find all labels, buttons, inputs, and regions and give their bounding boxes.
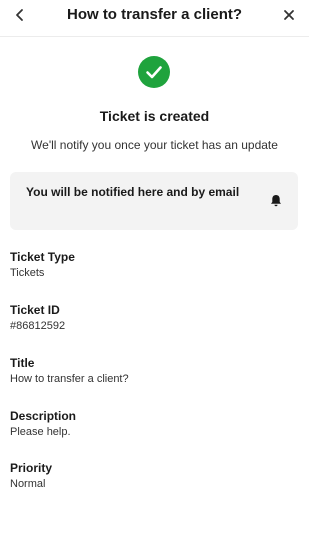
field-label: Ticket Type	[10, 250, 75, 264]
field-label: Priority	[10, 461, 53, 475]
back-button[interactable]	[12, 6, 28, 24]
field-label: Description	[10, 409, 77, 423]
field-value: #86812592	[10, 320, 66, 332]
close-icon	[281, 7, 297, 23]
field-description: Description Please help.	[10, 408, 300, 441]
status-heading: Ticket is created	[99, 108, 210, 124]
header-bar: How to transfer a client?	[0, 0, 309, 37]
notification-text: You will be notified here and by email	[26, 185, 240, 199]
field-ticket-type: Ticket Type Tickets	[10, 249, 300, 282]
field-value: Tickets	[10, 267, 45, 279]
close-button[interactable]	[281, 7, 297, 23]
field-label: Title	[10, 356, 35, 370]
check-circle-icon	[138, 56, 170, 88]
field-value: How to transfer a client?	[10, 373, 129, 385]
field-title: Title How to transfer a client?	[10, 355, 300, 388]
page-title: How to transfer a client?	[66, 6, 243, 23]
field-value: Normal	[10, 478, 46, 490]
field-value: Please help.	[10, 426, 71, 438]
notification-card: You will be notified here and by email	[10, 172, 298, 230]
field-label: Ticket ID	[10, 303, 60, 317]
bell-icon	[270, 194, 282, 207]
status-message: We'll notify you once your ticket has an…	[31, 138, 278, 152]
field-priority: Priority Normal	[10, 460, 300, 493]
field-ticket-id: Ticket ID #86812592	[10, 302, 300, 335]
chevron-left-icon	[12, 6, 28, 24]
